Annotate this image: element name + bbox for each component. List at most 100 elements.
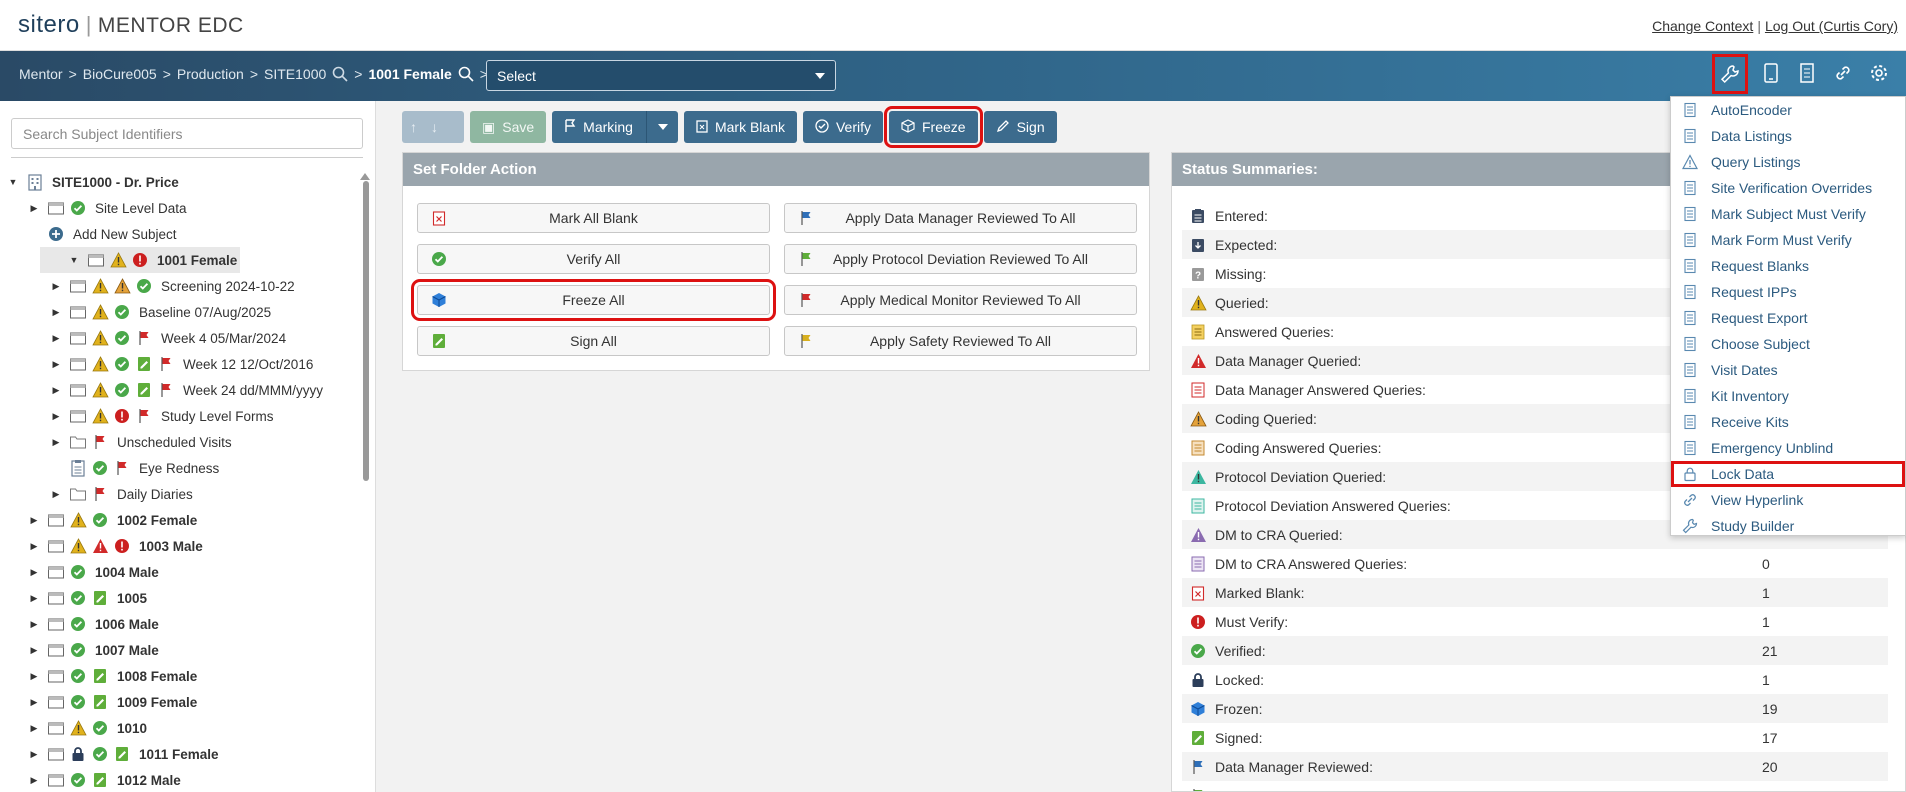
tree-row[interactable]: ▶ 1008 Female: [0, 663, 360, 689]
caret-right-icon[interactable]: ▶: [27, 515, 41, 526]
freeze-button[interactable]: Freeze: [884, 106, 983, 148]
marking-dropdown-caret-icon[interactable]: [657, 124, 668, 130]
menu-item-autoencoder[interactable]: AutoEncoder: [1671, 97, 1905, 123]
move-up-down-buttons[interactable]: ↑ ↓: [402, 111, 464, 143]
tree-row[interactable]: ▶ Week 24 dd/MMM/yyyy: [0, 377, 360, 403]
report-icon[interactable]: [1794, 59, 1820, 87]
save-button[interactable]: ▣ Save: [470, 111, 547, 143]
arrow-up-icon[interactable]: ↑: [410, 119, 417, 135]
marking-button[interactable]: Marking: [552, 111, 678, 143]
change-context-link[interactable]: Change Context: [1652, 18, 1753, 34]
menu-item-request-blanks[interactable]: Request Blanks: [1671, 253, 1905, 279]
menu-item-study-builder[interactable]: Study Builder: [1671, 513, 1905, 539]
subject-search-input[interactable]: [11, 118, 363, 149]
menu-item-receive-kits[interactable]: Receive Kits: [1671, 409, 1905, 435]
caret-right-icon[interactable]: ▶: [49, 437, 63, 448]
site-search-icon[interactable]: [332, 66, 348, 82]
caret-right-icon[interactable]: ▶: [27, 619, 41, 630]
caret-right-icon[interactable]: ▶: [27, 749, 41, 760]
caret-right-icon[interactable]: ▶: [49, 385, 63, 396]
scroll-up-arrow-icon[interactable]: [360, 173, 370, 180]
caret-right-icon[interactable]: ▶: [49, 307, 63, 318]
tools-wrench-icon[interactable]: [1712, 54, 1748, 94]
link-icon[interactable]: [1830, 59, 1856, 87]
verify-all-button[interactable]: Verify All: [417, 244, 770, 274]
logout-link[interactable]: Log Out (Curtis Cory): [1765, 18, 1898, 34]
caret-right-icon[interactable]: ▶: [27, 567, 41, 578]
verify-button[interactable]: Verify: [802, 111, 883, 143]
menu-item-request-export[interactable]: Request Export: [1671, 305, 1905, 331]
tree-row[interactable]: ▶ 1011 Female: [0, 741, 360, 767]
menu-item-data-listings[interactable]: Data Listings: [1671, 123, 1905, 149]
tree-row[interactable]: ▶ 1004 Male: [0, 559, 360, 585]
caret-down-icon[interactable]: ▼: [6, 177, 20, 187]
warning-icon: [91, 355, 109, 373]
caret-right-icon[interactable]: ▶: [27, 697, 41, 708]
tree-row[interactable]: ▶ 1012 Male: [0, 767, 360, 792]
apply-protocol-deviation-reviewed-to-all-button[interactable]: Apply Protocol Deviation Reviewed To All: [784, 244, 1137, 274]
caret-right-icon[interactable]: ▶: [27, 593, 41, 604]
caret-right-icon[interactable]: ▶: [27, 203, 41, 214]
caret-right-icon[interactable]: ▶: [49, 333, 63, 344]
tree-row[interactable]: ▶ 1006 Male: [0, 611, 360, 637]
tree-row[interactable]: ▼ SITE1000 - Dr. Price: [0, 169, 360, 195]
mark-all-blank-button[interactable]: Mark All Blank: [417, 203, 770, 233]
tree-row[interactable]: ▶ 1007 Male: [0, 637, 360, 663]
tree-row[interactable]: Add New Subject: [0, 221, 360, 247]
tree-row[interactable]: ▶ Study Level Forms: [0, 403, 360, 429]
breadcrumb-study[interactable]: BioCure005: [83, 66, 157, 82]
tree-row[interactable]: ▶ 1003 Male: [0, 533, 360, 559]
tree-row[interactable]: ▶ Week 12 12/Oct/2016: [0, 351, 360, 377]
apply-data-manager-reviewed-to-all-button[interactable]: Apply Data Manager Reviewed To All: [784, 203, 1137, 233]
caret-right-icon[interactable]: ▶: [27, 645, 41, 656]
menu-item-emergency-unblind[interactable]: Emergency Unblind: [1671, 435, 1905, 461]
breadcrumb-mentor[interactable]: Mentor: [19, 66, 63, 82]
breadcrumb-env[interactable]: Production: [177, 66, 244, 82]
sign-all-button[interactable]: Sign All: [417, 326, 770, 356]
tree-row[interactable]: ▶ Daily Diaries: [0, 481, 360, 507]
apply-medical-monitor-reviewed-to-all-button[interactable]: Apply Medical Monitor Reviewed To All: [784, 285, 1137, 315]
tree-row[interactable]: ▶ Baseline 07/Aug/2025: [0, 299, 360, 325]
menu-item-site-verification-overrides[interactable]: Site Verification Overrides: [1671, 175, 1905, 201]
caret-right-icon[interactable]: ▶: [49, 281, 63, 292]
tree-row[interactable]: ▼ 1001 Female: [40, 247, 240, 273]
breadcrumb-subject[interactable]: 1001 Female: [368, 66, 451, 82]
tree-row[interactable]: ▶ 1002 Female: [0, 507, 360, 533]
folder-select[interactable]: Select: [486, 60, 836, 91]
freeze-all-button[interactable]: Freeze All: [411, 279, 776, 321]
menu-item-request-ipps[interactable]: Request IPPs: [1671, 279, 1905, 305]
menu-item-lock-data[interactable]: Lock Data: [1671, 461, 1905, 487]
breadcrumb-site[interactable]: SITE1000: [264, 66, 326, 82]
tree-row[interactable]: ▶ 1010: [0, 715, 360, 741]
tree-row[interactable]: ▶ Screening 2024-10-22: [0, 273, 360, 299]
tree-row[interactable]: ▶ 1009 Female: [0, 689, 360, 715]
caret-right-icon[interactable]: ▶: [27, 723, 41, 734]
sign-button[interactable]: Sign: [983, 111, 1057, 143]
caret-right-icon[interactable]: ▶: [49, 411, 63, 422]
caret-right-icon[interactable]: ▶: [49, 359, 63, 370]
tree-row[interactable]: ▶ Unscheduled Visits: [0, 429, 360, 455]
subject-search-icon[interactable]: [458, 66, 474, 82]
menu-item-mark-form-must-verify[interactable]: Mark Form Must Verify: [1671, 227, 1905, 253]
gear-icon[interactable]: [1866, 59, 1892, 87]
caret-right-icon[interactable]: ▶: [27, 671, 41, 682]
tree-row[interactable]: ▶ 1005: [0, 585, 360, 611]
menu-item-visit-dates[interactable]: Visit Dates: [1671, 357, 1905, 383]
apply-safety-reviewed-to-all-button[interactable]: Apply Safety Reviewed To All: [784, 326, 1137, 356]
tree-row[interactable]: ▶ Week 4 05/Mar/2024: [0, 325, 360, 351]
menu-item-kit-inventory[interactable]: Kit Inventory: [1671, 383, 1905, 409]
menu-item-view-hyperlink[interactable]: View Hyperlink: [1671, 487, 1905, 513]
caret-down-icon[interactable]: ▼: [67, 255, 81, 265]
tablet-icon[interactable]: [1758, 59, 1784, 87]
menu-item-query-listings[interactable]: Query Listings: [1671, 149, 1905, 175]
arrow-down-icon[interactable]: ↓: [431, 119, 438, 135]
caret-right-icon[interactable]: ▶: [27, 775, 41, 786]
mark-blank-button[interactable]: Mark Blank: [683, 111, 797, 143]
caret-right-icon[interactable]: ▶: [49, 489, 63, 500]
tree-scrollbar[interactable]: [363, 181, 369, 481]
menu-item-mark-subject-must-verify[interactable]: Mark Subject Must Verify: [1671, 201, 1905, 227]
menu-item-choose-subject[interactable]: Choose Subject: [1671, 331, 1905, 357]
tree-row[interactable]: ▶ Site Level Data: [0, 195, 360, 221]
tree-row[interactable]: Eye Redness: [0, 455, 360, 481]
caret-right-icon[interactable]: ▶: [27, 541, 41, 552]
